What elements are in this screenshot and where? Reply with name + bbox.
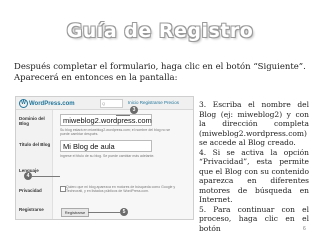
wordpress-icon: W (19, 99, 28, 108)
wp-logo: W WordPress.com (19, 99, 75, 108)
blog-domain-field[interactable]: miweblog2.wordpress.com (60, 114, 152, 126)
top-nav-links[interactable]: Inicio Registrarse Precios (128, 100, 179, 105)
label-privacidad: Privacidad (19, 188, 42, 193)
label-registrarse: Registrarse (19, 207, 44, 212)
steps-text: 3. Escriba el nombre del Blog (ej: miweb… (199, 100, 309, 233)
wp-top-bar: W WordPress.com Q Inicio Registrarse Prec… (16, 97, 193, 110)
step-badge-3: 3 (130, 106, 138, 114)
privacy-help-text: Quiero que mi blog aparezca en motores d… (66, 185, 176, 193)
arrow-5 (88, 212, 120, 213)
step-badge-5: 5 (120, 208, 128, 216)
slide-title: Guía de Registro (66, 20, 254, 42)
page-number: 6 (303, 226, 306, 232)
wp-logo-text: WordPress.com (29, 101, 75, 108)
title-help-text: Ingrese el título de su blog. Se puede c… (60, 154, 155, 158)
step-badge-4: 4 (24, 172, 32, 180)
search-input[interactable]: Q (100, 99, 123, 108)
label-titulo: Título del Blog (19, 142, 51, 147)
arrow-4 (32, 176, 60, 177)
wordpress-signup-screenshot: W WordPress.com Q Inicio Registrarse Prec… (15, 96, 194, 220)
intro-text: Después completar el formulario, haga cl… (14, 62, 306, 83)
step-4-text: 4. Si se activa la opción “Privacidad”, … (199, 147, 309, 205)
blog-title-field[interactable]: Mi Blog de aula (60, 140, 152, 152)
label-dominio: Dominio del Blog (19, 116, 45, 126)
step-5-text: 5. Para continuar con el proceso, haga c… (199, 204, 309, 233)
arrow-3 (116, 115, 130, 116)
domain-help-text: Su blog estará en miweblog2.wordpress.co… (60, 128, 171, 136)
form-sidebar: Dominio del Blog Título del Blog Lenguaj… (16, 110, 53, 219)
step-3-text: 3. Escriba el nombre del Blog (ej: miweb… (199, 100, 309, 147)
register-button[interactable]: Registrarse (61, 208, 89, 217)
